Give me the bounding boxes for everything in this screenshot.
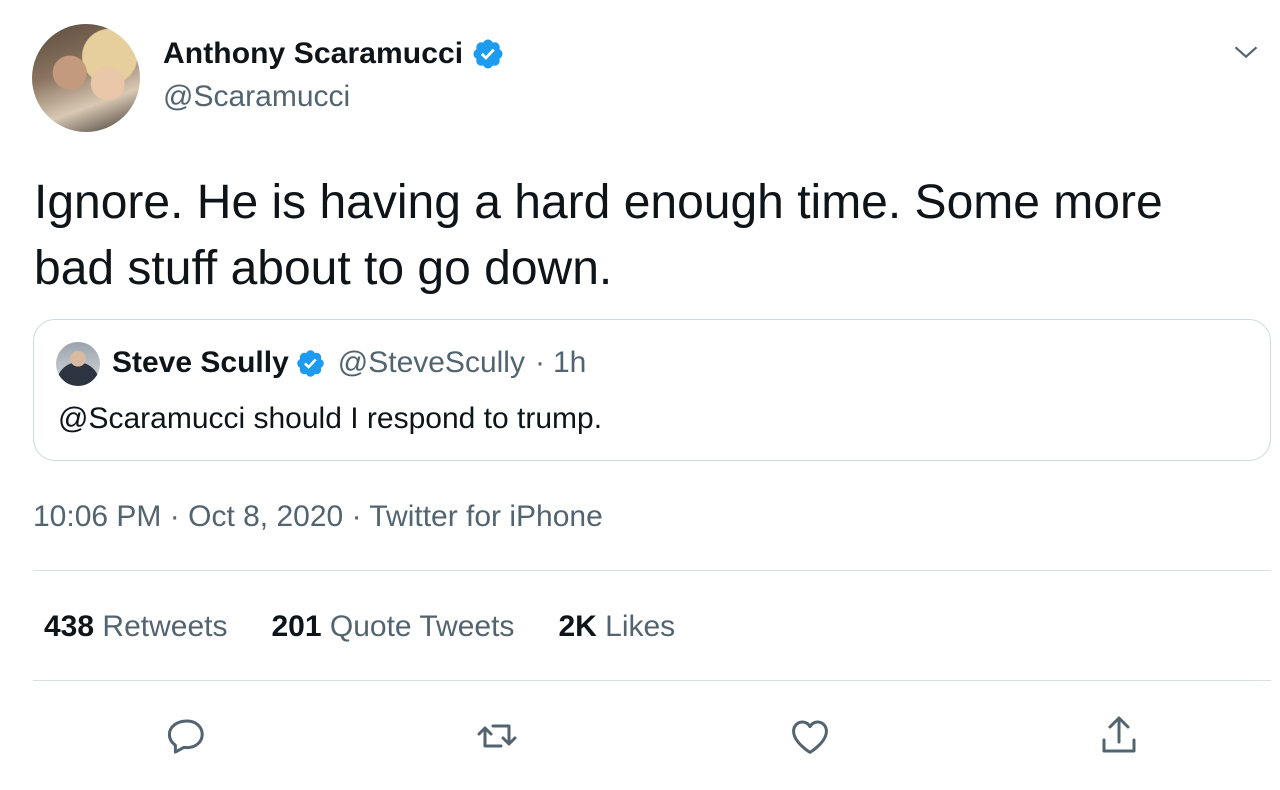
- retweet-button[interactable]: [473, 712, 521, 760]
- share-icon: [1102, 716, 1136, 753]
- quote-tweets-count: 201: [271, 610, 322, 643]
- quoted-author-name: Steve Scully: [112, 346, 289, 379]
- chevron-down-icon[interactable]: [1232, 38, 1260, 66]
- likes-count: 2K: [558, 610, 597, 643]
- likes-label: Likes: [605, 610, 676, 643]
- retweets-label: Retweets: [102, 610, 228, 643]
- tweet-text: Ignore. He is having a hard enough time.…: [34, 176, 1163, 295]
- retweets-stat[interactable]: 438 Retweets: [44, 610, 227, 644]
- tweet-time[interactable]: 10:06 PM: [33, 500, 161, 533]
- likes-stat[interactable]: 2K Likes: [558, 610, 675, 644]
- quoted-tweet-card[interactable]: Steve Scully @SteveScully · 1h @Scaramuc…: [33, 319, 1271, 461]
- retweets-count: 438: [44, 610, 95, 643]
- retweet-icon: [477, 724, 517, 748]
- reply-icon: [167, 719, 204, 754]
- author-handle[interactable]: @Scaramucci: [163, 80, 350, 114]
- author-name[interactable]: Anthony Scaramucci: [163, 37, 463, 71]
- divider: [33, 570, 1271, 571]
- reply-button[interactable]: [163, 712, 211, 760]
- quote-tweets-stat[interactable]: 201 Quote Tweets: [271, 610, 514, 644]
- quoted-separator: ·: [534, 346, 545, 379]
- quoted-tweet-text: @Scaramucci should I respond to trump.: [58, 402, 603, 435]
- quote-tweets-label: Quote Tweets: [329, 610, 515, 643]
- quoted-tweet-header: Steve Scully @SteveScully · 1h: [112, 346, 586, 380]
- quoted-author-avatar: [56, 342, 100, 386]
- timestamp-separator: ·: [169, 500, 180, 533]
- like-icon: [792, 720, 828, 754]
- quoted-author-handle: @SteveScully: [337, 346, 525, 379]
- like-button[interactable]: [786, 712, 834, 760]
- tweet-date[interactable]: Oct 8, 2020: [188, 500, 343, 533]
- tweet-source[interactable]: Twitter for iPhone: [369, 500, 602, 533]
- author-name-row[interactable]: Anthony Scaramucci: [163, 37, 505, 71]
- quoted-tweet-age: 1h: [552, 346, 587, 379]
- tweet-stats: 438 Retweets 201 Quote Tweets 2K Likes: [44, 610, 675, 644]
- tweet-timestamp: 10:06 PM · Oct 8, 2020 · Twitter for iPh…: [33, 500, 603, 534]
- timestamp-separator: ·: [351, 500, 362, 533]
- verified-badge-icon: [473, 39, 503, 69]
- author-avatar[interactable]: [32, 24, 140, 132]
- divider: [33, 680, 1271, 681]
- verified-badge-icon: [297, 349, 324, 377]
- share-button[interactable]: [1095, 712, 1143, 760]
